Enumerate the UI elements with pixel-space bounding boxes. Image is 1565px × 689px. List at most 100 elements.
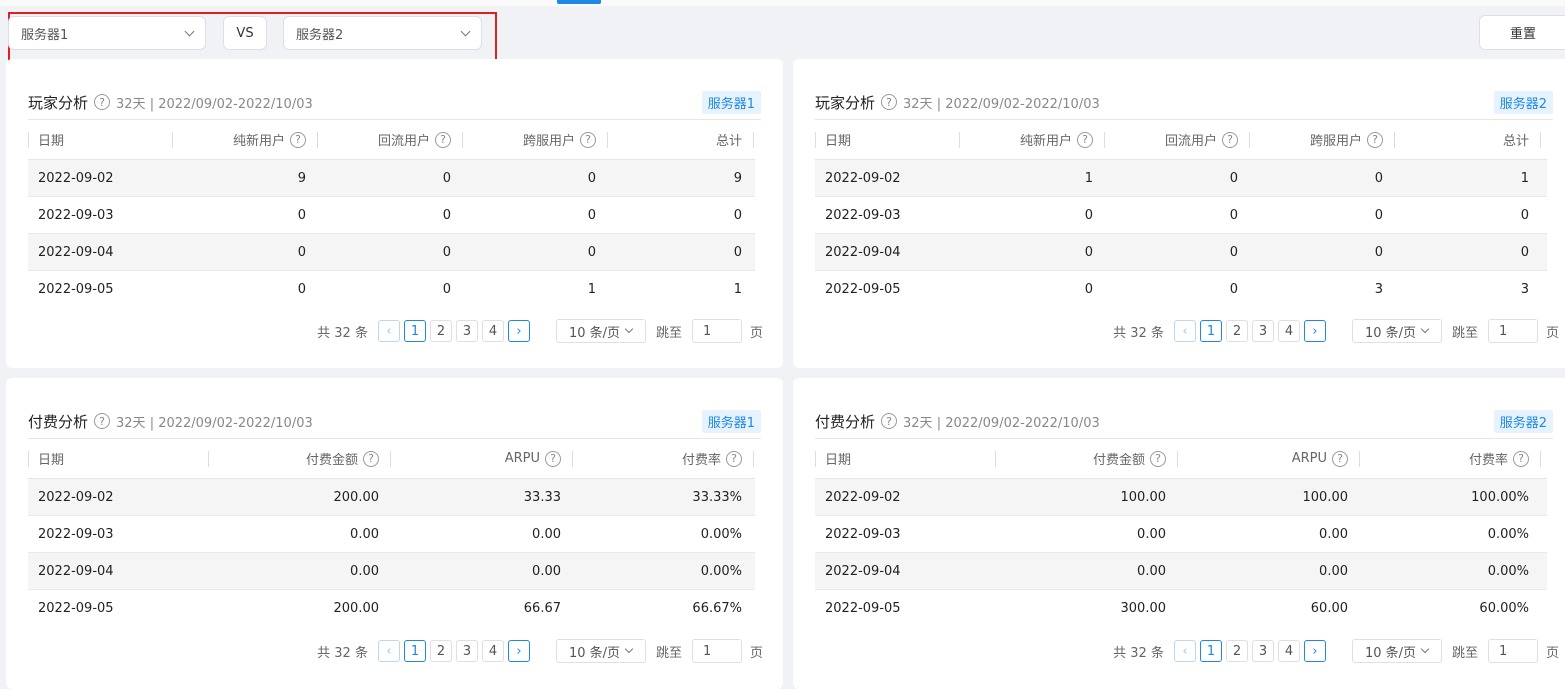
card-title: 付费分析 — [815, 412, 876, 431]
server-left-value: 服务器1 — [21, 27, 69, 43]
column-header-label: 纯新用户 — [1019, 134, 1072, 149]
reset-button[interactable]: 重置 — [1479, 15, 1565, 50]
server-right-select[interactable]: 服务器2 — [283, 16, 482, 50]
page-button[interactable]: 4 — [481, 640, 504, 662]
page-button[interactable]: 1 — [1199, 640, 1222, 662]
page-button[interactable]: 3 — [1251, 640, 1274, 662]
page-button[interactable]: 4 — [1277, 320, 1300, 342]
date-range-subtitle: 32天 | 2022/09/02-2022/10/03 — [903, 415, 1100, 431]
help-icon[interactable]: ? — [1513, 450, 1529, 467]
page-size-value: 10 条/页 — [1364, 645, 1417, 661]
page-button[interactable]: 2 — [1225, 640, 1248, 662]
table-cell: 0 — [1374, 244, 1383, 260]
table-row: 2022-09-04 0 0 0 0 — [28, 234, 755, 271]
prev-page-button[interactable]: ‹ — [1173, 320, 1196, 342]
table-cell: 2022-09-02 — [825, 170, 901, 186]
page-size-select[interactable]: 10 条/页 — [1351, 639, 1442, 663]
column-header[interactable]: 付费金额? — [209, 439, 391, 478]
help-icon[interactable]: ? — [1367, 131, 1383, 148]
server-tag: 服务器1 — [701, 409, 761, 433]
table-cell: 2022-09-05 — [38, 282, 114, 297]
page-button[interactable]: 4 — [481, 320, 504, 342]
column-header[interactable]: 跨服用户? — [1250, 120, 1395, 159]
help-icon[interactable]: ? — [94, 413, 111, 429]
page-button[interactable]: 3 — [1251, 320, 1274, 342]
table-cell: 33.33 — [523, 489, 561, 505]
card-header: 付费分析? 32天 | 2022/09/02-2022/10/03 服务器2 — [815, 406, 1553, 436]
column-header[interactable]: 日期 — [28, 439, 209, 478]
page-button[interactable]: 3 — [455, 320, 478, 342]
column-header-label: 纯新用户 — [232, 134, 285, 149]
data-table: 日期 纯新用户? 回流用户? 跨服用户? 总计 2022-09-02 9 0 0 9 2022-09… — [28, 120, 755, 308]
help-icon[interactable]: ? — [726, 450, 742, 467]
help-icon[interactable]: ? — [881, 413, 898, 429]
jump-page-input[interactable] — [1487, 639, 1538, 663]
table-cell: 1 — [733, 282, 742, 297]
column-header[interactable]: 付费率? — [573, 439, 754, 478]
column-header[interactable]: 回流用户? — [318, 120, 463, 159]
column-divider — [753, 451, 754, 467]
column-header-label: 日期 — [38, 453, 65, 468]
column-header[interactable]: 付费率? — [1360, 439, 1541, 478]
help-icon[interactable]: ? — [94, 94, 111, 110]
table-row: 2022-09-05 0 0 3 3 — [815, 271, 1547, 308]
next-page-button[interactable]: › — [1303, 320, 1326, 342]
page-button[interactable]: 2 — [429, 640, 452, 662]
chevron-down-icon — [1420, 324, 1430, 334]
server-left-select[interactable]: 服务器1 — [8, 16, 206, 50]
column-header[interactable]: 纯新用户? — [173, 120, 318, 159]
jump-page-input[interactable] — [1487, 319, 1538, 343]
table-header-row: 日期 纯新用户? 回流用户? 跨服用户? 总计 — [28, 120, 755, 160]
column-header[interactable]: 跨服用户? — [463, 120, 608, 159]
page-button[interactable]: 2 — [429, 320, 452, 342]
server-tag: 服务器1 — [701, 90, 761, 114]
next-page-button[interactable]: › — [1303, 640, 1326, 662]
help-icon[interactable]: ? — [1077, 131, 1093, 148]
page-button[interactable]: 1 — [403, 640, 426, 662]
table-cell: 0 — [733, 207, 742, 223]
help-icon[interactable]: ? — [290, 131, 306, 148]
page-button[interactable]: 2 — [1225, 320, 1248, 342]
prev-page-button[interactable]: ‹ — [377, 320, 400, 342]
column-header[interactable]: ARPU? — [1178, 439, 1360, 478]
table-cell: 1 — [1084, 170, 1093, 186]
column-header[interactable]: 日期 — [815, 120, 960, 159]
column-header[interactable]: ARPU? — [391, 439, 573, 478]
prev-page-button[interactable]: ‹ — [1173, 640, 1196, 662]
page-size-select[interactable]: 10 条/页 — [555, 319, 646, 343]
active-tab-indicator — [557, 0, 601, 4]
data-table: 日期 付费金额? ARPU? 付费率? 2022-09-02 200.00 33.33 33.… — [28, 439, 755, 627]
jump-page-input[interactable] — [691, 319, 742, 343]
help-icon[interactable]: ? — [580, 131, 596, 148]
page-button[interactable]: 1 — [403, 320, 426, 342]
table-cell: 0 — [587, 207, 596, 223]
date-range-subtitle: 32天 | 2022/09/02-2022/10/03 — [903, 96, 1100, 112]
help-icon[interactable]: ? — [881, 94, 898, 110]
pagination: 共 32 条 ‹1234› 10 条/页 跳至 页 — [1113, 319, 1559, 343]
help-icon[interactable]: ? — [1332, 450, 1348, 467]
help-icon[interactable]: ? — [435, 131, 451, 148]
column-header[interactable]: 总计 — [608, 120, 754, 159]
column-header[interactable]: 总计 — [1395, 120, 1541, 159]
column-header[interactable]: 回流用户? — [1105, 120, 1250, 159]
next-page-button[interactable]: › — [507, 320, 530, 342]
page-button[interactable]: 4 — [1277, 640, 1300, 662]
help-icon[interactable]: ? — [1222, 131, 1238, 148]
help-icon[interactable]: ? — [363, 450, 379, 467]
help-icon[interactable]: ? — [545, 450, 561, 467]
page-button[interactable]: 1 — [1199, 320, 1222, 342]
column-header[interactable]: 日期 — [815, 439, 996, 478]
table-cell: 66.67% — [692, 601, 742, 616]
page-size-select[interactable]: 10 条/页 — [1351, 319, 1442, 343]
prev-page-button[interactable]: ‹ — [377, 640, 400, 662]
page-button[interactable]: 3 — [455, 640, 478, 662]
page-unit-label: 页 — [1545, 325, 1559, 341]
page-size-select[interactable]: 10 条/页 — [555, 639, 646, 663]
column-header[interactable]: 日期 — [28, 120, 173, 159]
next-page-button[interactable]: › — [507, 640, 530, 662]
column-header[interactable]: 纯新用户? — [960, 120, 1105, 159]
column-header-label: ARPU — [504, 451, 540, 466]
help-icon[interactable]: ? — [1150, 450, 1166, 467]
jump-page-input[interactable] — [691, 639, 742, 663]
column-header[interactable]: 付费金额? — [996, 439, 1178, 478]
